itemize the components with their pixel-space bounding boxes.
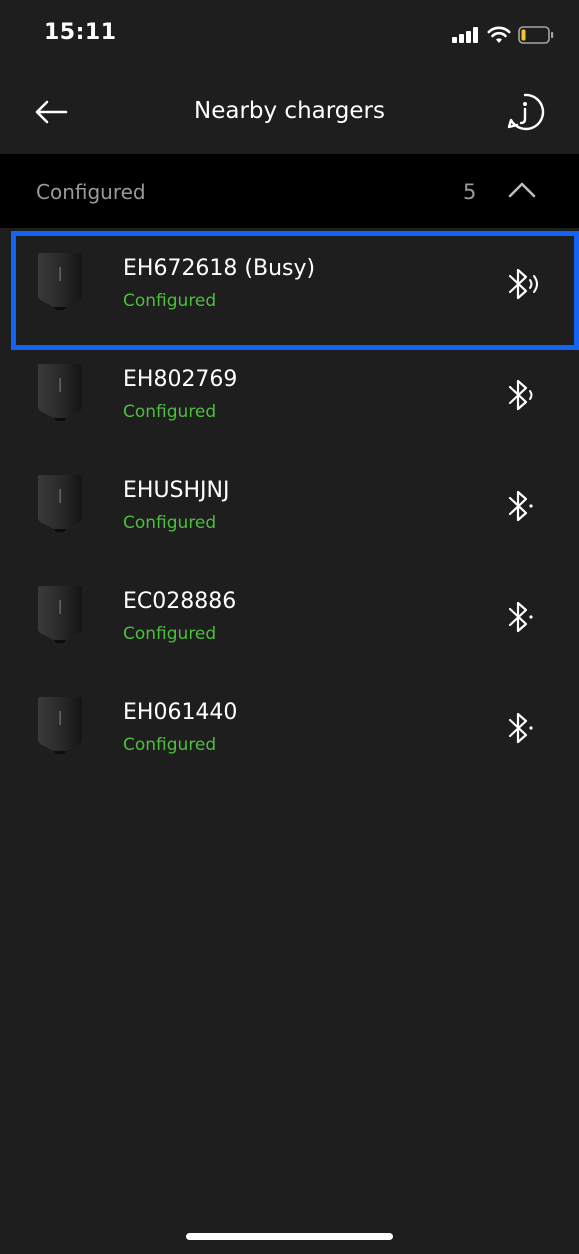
section-header-configured[interactable]: Configured 5 bbox=[0, 154, 579, 228]
charger-item[interactable]: EH802769 Configured bbox=[0, 339, 579, 450]
wifi-icon bbox=[487, 26, 511, 43]
charger-device-icon bbox=[38, 586, 82, 643]
info-icon[interactable] bbox=[505, 92, 545, 132]
charger-item[interactable]: EC028886 Configured bbox=[0, 561, 579, 672]
home-indicator[interactable] bbox=[186, 1233, 393, 1240]
bluetooth-icon bbox=[508, 490, 533, 522]
battery-low-icon bbox=[518, 26, 554, 44]
bluetooth-signal-icon bbox=[508, 268, 538, 300]
bluetooth-icon bbox=[508, 601, 533, 633]
charger-list: EH672618 (Busy) Configured EH802769 Conf… bbox=[0, 228, 579, 783]
charger-device-icon bbox=[38, 475, 82, 532]
charger-name: EC028886 bbox=[123, 589, 237, 614]
charger-name: EH061440 bbox=[123, 700, 238, 725]
charger-item[interactable]: EHUSHJNJ Configured bbox=[0, 450, 579, 561]
charger-status: Configured bbox=[123, 624, 217, 644]
charger-status: Configured bbox=[123, 513, 217, 533]
charger-status: Configured bbox=[123, 735, 217, 755]
charger-device-icon bbox=[38, 697, 82, 754]
charger-device-icon bbox=[38, 364, 82, 421]
signal-icon bbox=[452, 27, 480, 43]
charger-device-icon bbox=[38, 253, 82, 310]
charger-item[interactable]: EH672618 (Busy) Configured bbox=[0, 228, 579, 350]
charger-status: Configured bbox=[123, 402, 217, 422]
charger-name: EHUSHJNJ bbox=[123, 478, 230, 503]
charger-name: EH672618 (Busy) bbox=[123, 256, 316, 281]
bluetooth-icon bbox=[508, 712, 533, 744]
section-label: Configured bbox=[36, 180, 146, 204]
status-bar: 15:11 bbox=[0, 0, 579, 72]
section-count: 5 bbox=[463, 180, 477, 204]
bluetooth-signal-icon bbox=[508, 379, 533, 411]
charger-name: EH802769 bbox=[123, 367, 238, 392]
screen: 15:11 Nearby chargers Configured 5 EH672… bbox=[0, 0, 579, 1254]
chevron-up-icon[interactable] bbox=[506, 178, 538, 202]
status-time: 15:11 bbox=[44, 20, 117, 45]
nav-header: Nearby chargers bbox=[0, 72, 579, 154]
charger-status: Configured bbox=[123, 291, 217, 311]
page-title: Nearby chargers bbox=[194, 98, 385, 124]
charger-item[interactable]: EH061440 Configured bbox=[0, 672, 579, 783]
